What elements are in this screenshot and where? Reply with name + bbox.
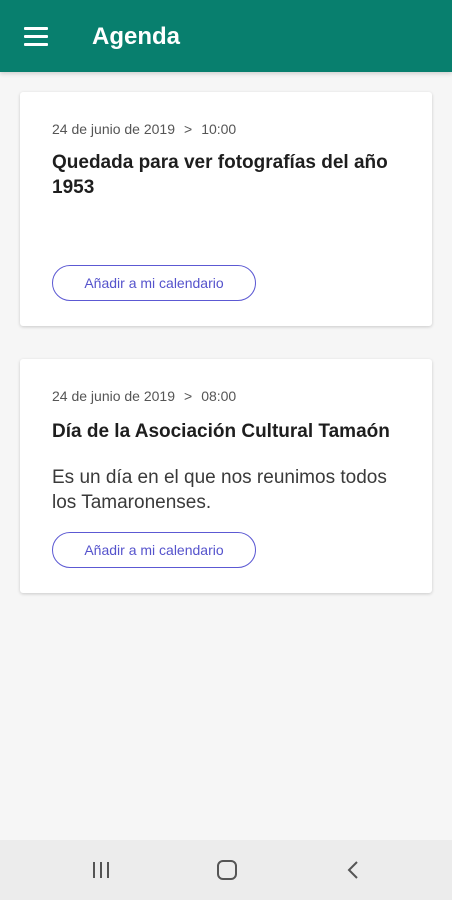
event-description: Es un día en el que nos reunimos todos l… — [52, 467, 387, 513]
event-time: 08:00 — [201, 388, 237, 404]
event-date: 24 de junio de 2019 — [52, 121, 175, 137]
recent-apps-icon[interactable] — [88, 858, 114, 882]
event-card: 24 de junio de 2019 >08:00 Día de la Asoc… — [20, 359, 432, 593]
date-time-separator: > — [184, 388, 193, 404]
event-card: 24 de junio de 2019 >10:00 Quedada para v… — [20, 92, 432, 326]
add-to-calendar-button[interactable]: Añadir a mi calendario — [52, 265, 256, 301]
agenda-list[interactable]: 24 de junio de 2019 >10:00 Quedada para v… — [0, 72, 452, 840]
date-time-separator: > — [184, 121, 193, 137]
add-to-calendar-button[interactable]: Añadir a mi calendario — [52, 532, 256, 568]
back-icon[interactable] — [340, 858, 366, 882]
event-title: Día de la Asociación Cultural Tamaón — [52, 421, 390, 442]
event-date: 24 de junio de 2019 — [52, 388, 175, 404]
event-datetime: 24 de junio de 2019 >08:00 — [52, 387, 236, 405]
home-icon[interactable] — [214, 858, 240, 882]
page-title: Agenda — [92, 23, 181, 50]
system-navigation-bar — [0, 840, 452, 900]
app-bar: Agenda — [0, 0, 452, 72]
event-datetime: 24 de junio de 2019 >10:00 — [52, 120, 236, 138]
event-time: 10:00 — [201, 121, 237, 137]
event-title: Quedada para ver fotografías del año 195… — [52, 152, 388, 198]
hamburger-menu-icon[interactable] — [18, 22, 54, 52]
